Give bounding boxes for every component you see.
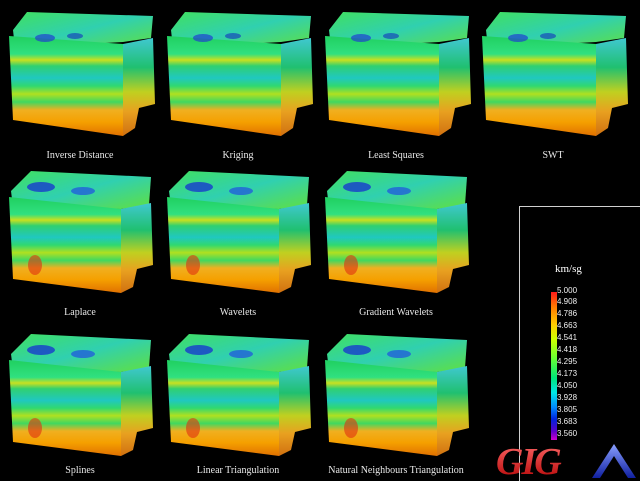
panel-swt: SWT <box>478 8 638 161</box>
legend-tick: 4.541 <box>557 333 578 342</box>
velocity-block-linear-triangulation <box>167 334 311 456</box>
legend-tick: 3.805 <box>557 405 578 414</box>
panel-caption: Inverse Distance <box>46 150 114 161</box>
panel-caption: Natural Neighbours Triangulation <box>328 465 464 476</box>
velocity-block-least-squares <box>325 12 471 136</box>
panel-caption: Wavelets <box>219 307 257 318</box>
panel-caption: Splines <box>65 465 95 476</box>
panel-wavelets: Wavelets <box>163 165 323 318</box>
panel-laplace: Laplace <box>5 165 165 318</box>
panel-caption: SWT <box>542 150 564 161</box>
panel-caption: Linear Triangulation <box>196 465 280 476</box>
velocity-block-natural-neighbours-triangulation <box>325 334 469 456</box>
legend-tick: 4.418 <box>557 345 578 354</box>
legend-tick: 3.560 <box>557 429 578 438</box>
velocity-block-splines <box>9 334 153 456</box>
panel-caption: Kriging <box>222 150 254 161</box>
legend-tick: 4.295 <box>557 357 578 366</box>
velocity-block-laplace <box>9 171 153 293</box>
panel-linear-triangulation: Linear Triangulation <box>163 328 323 478</box>
panel-inverse-distance: Inverse Distance <box>5 8 165 161</box>
panel-caption: Gradient Wavelets <box>359 307 433 318</box>
panel-natural-neighbours-triangulation: Natural Neighbours Triangulation <box>321 328 481 478</box>
legend-tick: 4.050 <box>557 381 578 390</box>
legend-tick-labels: 5.000 4.908 4.786 4.663 4.541 4.418 4.29… <box>557 286 617 446</box>
panel-gradient-wavelets: Gradient Wavelets <box>321 165 481 318</box>
panel-splines: Splines <box>5 328 165 478</box>
legend-tick: 4.908 <box>557 297 578 306</box>
panel-caption: Laplace <box>64 307 96 318</box>
legend-tick: 4.173 <box>557 369 578 378</box>
legend-tick: 3.683 <box>557 417 578 426</box>
giga-logo: GIG <box>496 441 636 480</box>
velocity-block-kriging <box>167 12 313 136</box>
velocity-block-gradient-wavelets <box>325 171 469 293</box>
legend-tick: 4.663 <box>557 321 578 330</box>
panel-kriging: Kriging <box>163 8 323 161</box>
panel-caption: Least Squares <box>368 150 424 161</box>
legend-tick: 3.928 <box>557 393 578 402</box>
velocity-block-inverse-distance <box>9 12 155 136</box>
velocity-block-swt <box>482 12 628 136</box>
panel-least-squares: Least Squares <box>321 8 481 161</box>
legend-unit-label: km/sg <box>555 263 582 275</box>
legend-tick: 4.786 <box>557 309 578 318</box>
svg-text:GIG: GIG <box>496 441 562 480</box>
velocity-block-wavelets <box>167 171 311 293</box>
legend-tick: 5.000 <box>557 286 578 295</box>
